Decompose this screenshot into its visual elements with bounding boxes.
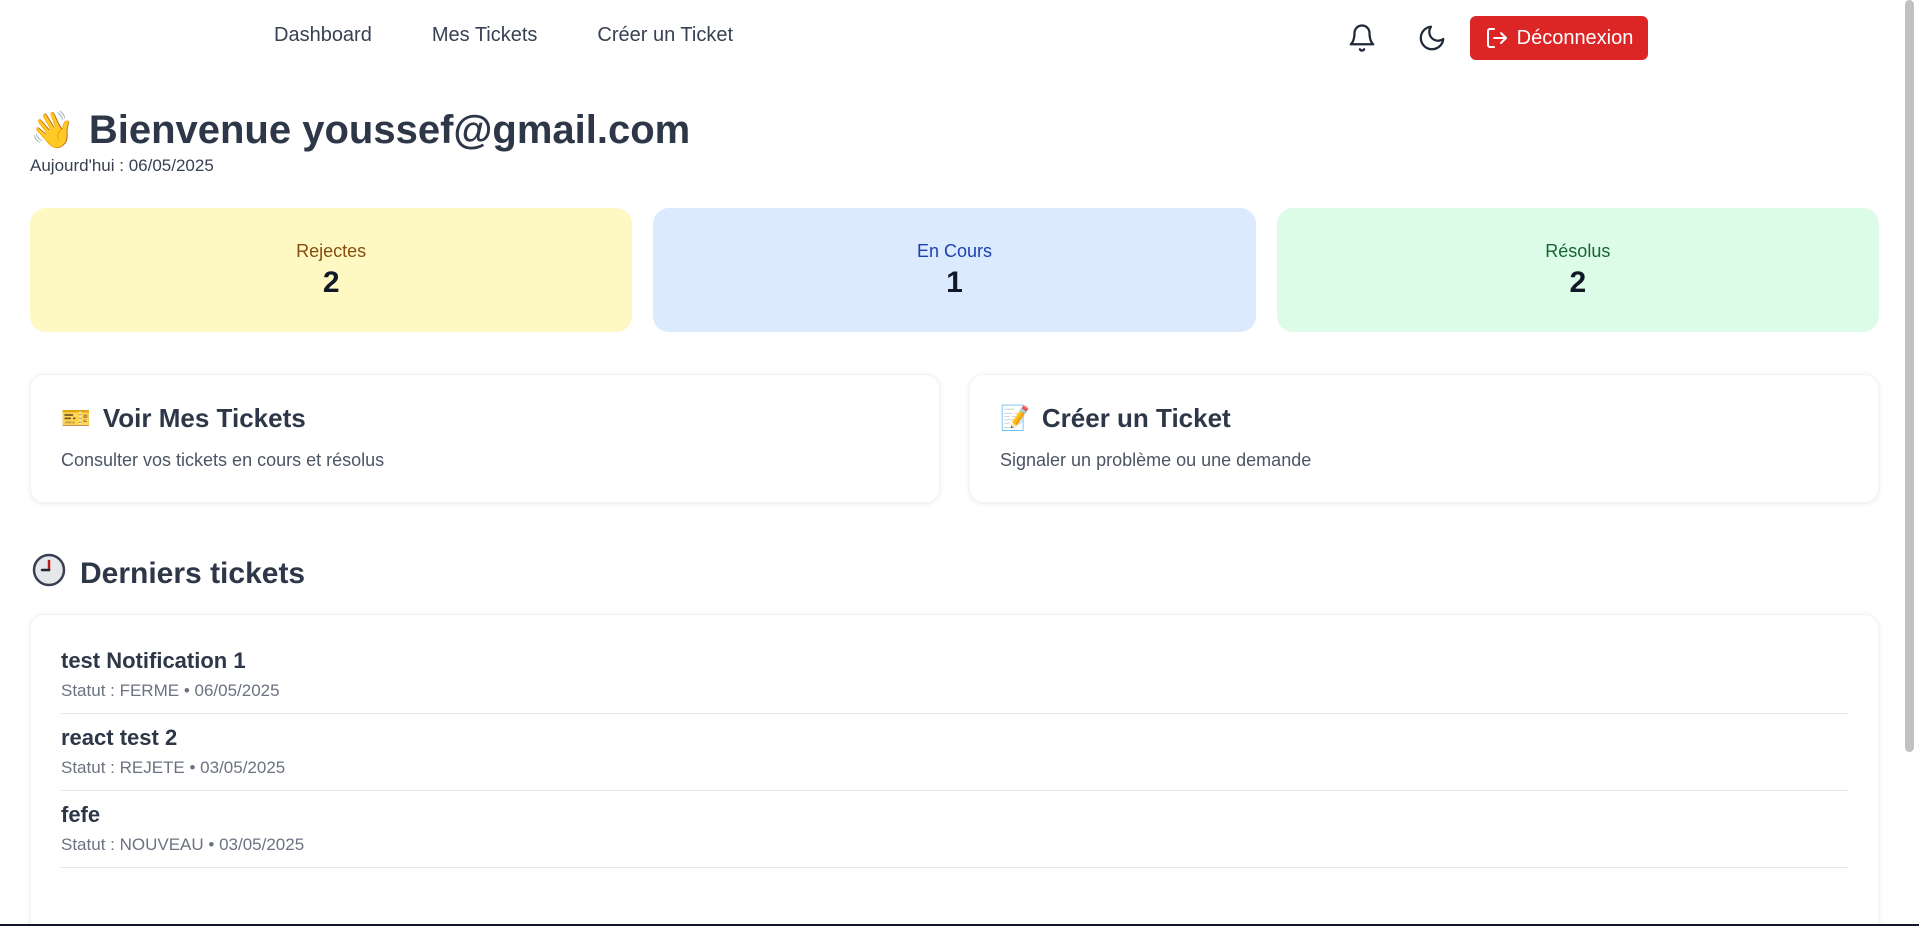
vertical-scrollbar[interactable] <box>1900 0 1919 926</box>
moon-icon <box>1419 25 1445 51</box>
logout-label: Déconnexion <box>1516 26 1634 49</box>
theme-toggle-button[interactable] <box>1408 16 1456 60</box>
bell-icon <box>1349 24 1375 52</box>
clock-icon <box>32 553 66 595</box>
stat-label: Résolus <box>1545 240 1611 261</box>
list-item[interactable]: test Notification 1 Statut : FERME06/05/… <box>61 649 1848 714</box>
recent-tickets-list: test Notification 1 Statut : FERME06/05/… <box>30 614 1879 926</box>
scrollbar-thumb[interactable] <box>1905 0 1914 752</box>
actions-row: 🎫 Voir Mes Tickets Consulter vos tickets… <box>30 374 1879 503</box>
today-date: Aujourd'hui : 06/05/2025 <box>30 156 214 175</box>
action-title-text: Créer un Ticket <box>1041 403 1231 433</box>
stat-card-resolved: Résolus 2 <box>1276 208 1879 332</box>
ticket-title: react test 2 <box>61 725 178 750</box>
ticket-meta: Statut : NOUVEAU03/05/2025 <box>61 835 1848 855</box>
stat-label: En Cours <box>916 240 993 261</box>
action-title-text: Voir Mes Tickets <box>102 403 306 433</box>
stat-value: 2 <box>322 265 340 299</box>
action-title: 📝 Créer un Ticket <box>1000 403 1848 434</box>
nav-actions: Déconnexion <box>1338 16 1648 60</box>
ticket-title: test Notification 1 <box>61 648 246 673</box>
stats-row: Rejectes 2 En Cours 1 Résolus 2 <box>30 208 1879 332</box>
stat-card-in-progress: En Cours 1 <box>653 208 1256 332</box>
stat-label: Rejectes <box>296 240 367 261</box>
stat-value: 1 <box>946 265 963 299</box>
recent-tickets-heading: Derniers tickets <box>32 553 305 595</box>
ticket-status: Statut : NOUVEAU <box>61 835 204 854</box>
welcome-section: 👋 Bienvenue youssef@gmail.com Aujourd'hu… <box>30 104 690 176</box>
stat-value: 2 <box>1569 265 1587 299</box>
ticket-title: fefe <box>61 802 101 827</box>
ticket-meta: Statut : REJETE03/05/2025 <box>61 758 1848 778</box>
logout-icon <box>1486 28 1507 48</box>
ticket-status: Statut : FERME <box>61 681 180 700</box>
nav-link-dashboard[interactable]: Dashboard <box>274 24 372 47</box>
memo-icon: 📝 <box>1000 405 1030 432</box>
list-item[interactable]: react test 2 Statut : REJETE03/05/2025 <box>61 726 1848 791</box>
action-description: Signaler un problème ou une demande <box>1000 450 1312 470</box>
create-ticket-card[interactable]: 📝 Créer un Ticket Signaler un problème o… <box>969 374 1879 503</box>
logout-button[interactable]: Déconnexion <box>1470 16 1648 60</box>
stat-card-rejected: Rejectes 2 <box>30 208 633 332</box>
view-tickets-card[interactable]: 🎫 Voir Mes Tickets Consulter vos tickets… <box>30 374 940 503</box>
ticket-status: Statut : REJETE <box>61 758 185 777</box>
top-navbar: Dashboard Mes Tickets Créer un Ticket Dé… <box>0 0 1900 76</box>
ticket-date: 03/05/2025 <box>204 835 305 854</box>
waving-hand-icon: 👋 <box>30 109 75 150</box>
action-description: Consulter vos tickets en cours et résolu… <box>61 450 385 470</box>
list-item[interactable]: fefe Statut : NOUVEAU03/05/2025 <box>61 803 1848 868</box>
ticket-icon: 🎫 <box>61 405 91 432</box>
ticket-date: 06/05/2025 <box>179 681 280 700</box>
nav-links: Dashboard Mes Tickets Créer un Ticket <box>274 24 733 47</box>
action-title: 🎫 Voir Mes Tickets <box>61 403 909 434</box>
notifications-button[interactable] <box>1338 16 1386 60</box>
nav-link-create-ticket[interactable]: Créer un Ticket <box>597 24 733 47</box>
page-title: 👋 Bienvenue youssef@gmail.com <box>30 104 690 156</box>
nav-link-my-tickets[interactable]: Mes Tickets <box>432 24 538 47</box>
ticket-meta: Statut : FERME06/05/2025 <box>61 681 1848 701</box>
recent-tickets-title: Derniers tickets <box>80 557 306 590</box>
ticket-date: 03/05/2025 <box>185 758 286 777</box>
welcome-text: Bienvenue youssef@gmail.com <box>88 108 691 152</box>
